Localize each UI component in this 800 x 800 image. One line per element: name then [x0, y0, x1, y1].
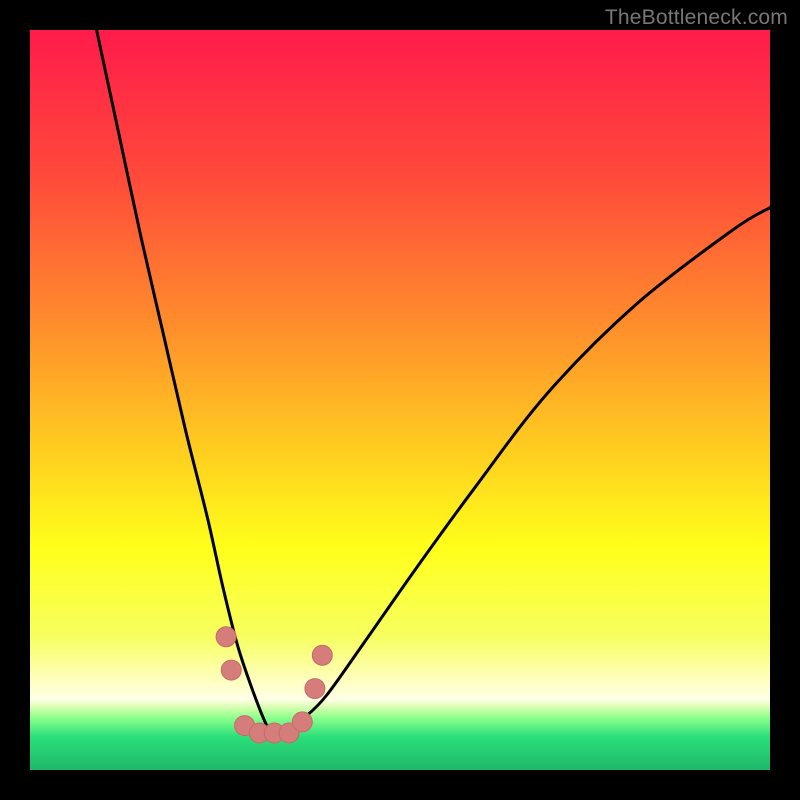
curve-marker — [216, 627, 236, 647]
curve-marker — [292, 712, 312, 732]
plot-area — [30, 30, 770, 770]
watermark-text: TheBottleneck.com — [605, 6, 788, 30]
curve-marker — [305, 679, 325, 699]
gradient-background — [30, 30, 770, 770]
curve-marker — [221, 660, 241, 680]
curve-marker — [312, 645, 332, 665]
plot-svg — [30, 30, 770, 770]
outer-frame: TheBottleneck.com — [0, 0, 800, 800]
